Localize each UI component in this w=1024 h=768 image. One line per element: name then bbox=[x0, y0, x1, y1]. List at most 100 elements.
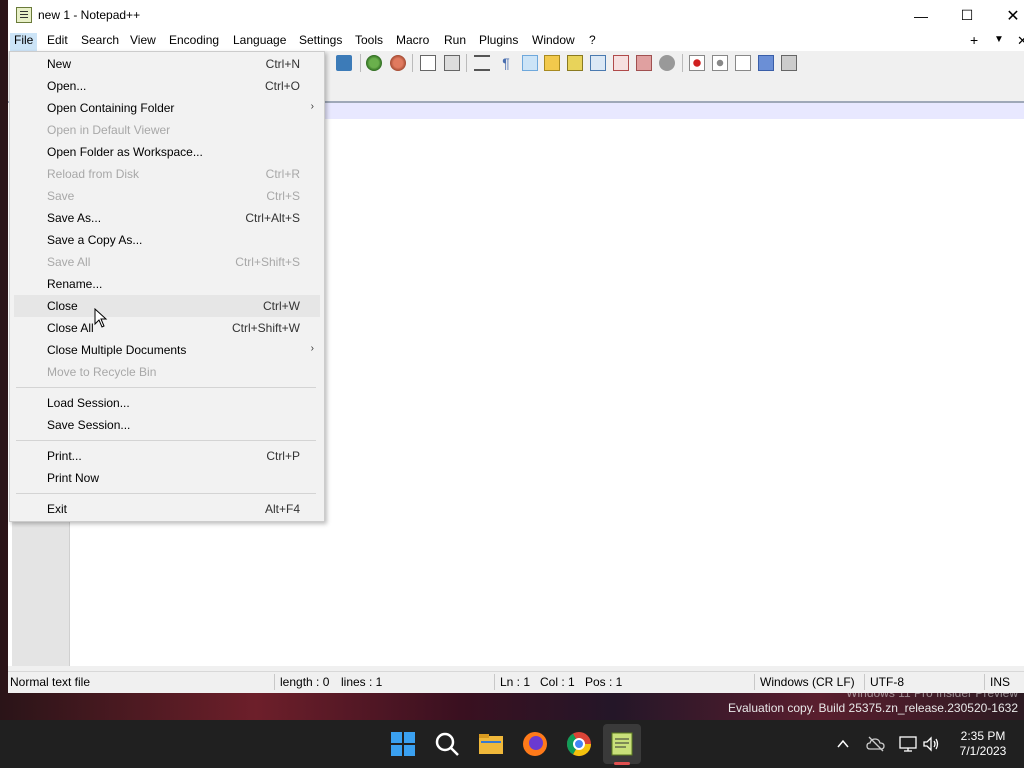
chevron-up-icon[interactable] bbox=[836, 737, 850, 751]
file-explorer-icon[interactable] bbox=[477, 730, 505, 758]
close-window-button[interactable]: ✕ bbox=[990, 0, 1024, 31]
user-language-icon[interactable] bbox=[544, 55, 560, 71]
word-wrap-icon[interactable] bbox=[474, 55, 490, 71]
menu-item-label: Rename... bbox=[47, 277, 103, 291]
menu-settings[interactable]: Settings bbox=[299, 33, 342, 47]
chrome-icon[interactable] bbox=[565, 730, 593, 758]
file-menu-save-all: Save All Ctrl+Shift+S bbox=[14, 251, 320, 273]
sync-horizontal-icon[interactable] bbox=[444, 55, 460, 71]
file-menu-open-containing-folder[interactable]: Open Containing Folder › bbox=[14, 97, 320, 119]
menu-item-label: Load Session... bbox=[47, 396, 130, 410]
toolbar-separator bbox=[466, 54, 467, 72]
menu-item-shortcut: Ctrl+S bbox=[266, 189, 300, 203]
menu-separator bbox=[16, 387, 316, 388]
clock-time: 2:35 PM bbox=[960, 729, 1006, 743]
show-all-characters-icon[interactable]: ¶ bbox=[498, 55, 514, 71]
title-bar[interactable]: new 1 - Notepad++ — ☐ ✕ bbox=[8, 0, 1024, 31]
macro-stop-icon[interactable] bbox=[712, 55, 728, 71]
file-menu-save: Save Ctrl+S bbox=[14, 185, 320, 207]
close-tab-x-icon[interactable]: ✕ bbox=[1017, 33, 1024, 49]
firefox-icon[interactable] bbox=[521, 730, 549, 758]
start-icon[interactable] bbox=[389, 730, 417, 758]
file-menu-exit[interactable]: Exit Alt+F4 bbox=[14, 498, 320, 520]
onedrive-offline-icon[interactable] bbox=[866, 735, 886, 753]
status-separator bbox=[864, 674, 865, 690]
menu-window[interactable]: Window bbox=[532, 33, 575, 47]
notepadpp-icon[interactable] bbox=[608, 730, 636, 758]
file-menu-new[interactable]: New Ctrl+N bbox=[14, 53, 320, 75]
notepadpp-app-icon bbox=[16, 7, 32, 23]
file-menu-open-folder-workspace[interactable]: Open Folder as Workspace... bbox=[14, 141, 320, 163]
menu-search[interactable]: Search bbox=[81, 33, 119, 47]
menu-run[interactable]: Run bbox=[444, 33, 466, 47]
function-list-icon[interactable] bbox=[613, 55, 629, 71]
file-menu-print[interactable]: Print... Ctrl+P bbox=[14, 445, 320, 467]
file-menu-close-all[interactable]: Close All Ctrl+Shift+W bbox=[14, 317, 320, 339]
menu-edit[interactable]: Edit bbox=[47, 33, 68, 47]
file-menu-print-now[interactable]: Print Now bbox=[14, 467, 320, 489]
menu-item-label: Save Session... bbox=[47, 418, 131, 432]
menu-bar: File Edit Search View Encoding Language … bbox=[8, 31, 1024, 51]
monitoring-icon[interactable] bbox=[659, 55, 675, 71]
system-clock[interactable]: 2:35 PM 7/1/2023 bbox=[952, 729, 1014, 759]
menu-item-label: Exit bbox=[47, 502, 68, 516]
menu-view[interactable]: View bbox=[130, 33, 156, 47]
zoom-in-icon[interactable] bbox=[366, 55, 382, 71]
folder-workspace-icon[interactable] bbox=[636, 55, 652, 71]
network-icon[interactable] bbox=[898, 735, 918, 753]
submenu-arrow-icon: › bbox=[310, 343, 314, 354]
menu-plugins[interactable]: Plugins bbox=[479, 33, 518, 47]
document-list-icon[interactable] bbox=[590, 55, 606, 71]
status-ln: Ln : 1 bbox=[500, 675, 531, 689]
search-icon[interactable] bbox=[433, 730, 461, 758]
menu-item-label: Save As... bbox=[47, 211, 102, 225]
indent-guide-icon[interactable] bbox=[522, 55, 538, 71]
file-menu-save-session[interactable]: Save Session... bbox=[14, 414, 320, 436]
replace-icon[interactable] bbox=[336, 55, 352, 71]
menu-item-shortcut: Ctrl+Shift+W bbox=[231, 321, 300, 335]
zoom-out-icon[interactable] bbox=[390, 55, 406, 71]
menu-tools[interactable]: Tools bbox=[355, 33, 383, 47]
menu-item-label: Print Now bbox=[47, 471, 100, 485]
menu-item-label: Close All bbox=[47, 321, 94, 335]
file-menu-save-copy-as[interactable]: Save a Copy As... bbox=[14, 229, 320, 251]
maximize-button[interactable]: ☐ bbox=[944, 0, 990, 31]
document-map-icon[interactable] bbox=[567, 55, 583, 71]
macro-record-icon[interactable] bbox=[689, 55, 705, 71]
file-menu-open-default-viewer: Open in Default Viewer bbox=[14, 119, 320, 141]
menu-macro[interactable]: Macro bbox=[396, 33, 429, 47]
file-menu-close[interactable]: Close Ctrl+W bbox=[14, 295, 320, 317]
menu-language[interactable]: Language bbox=[233, 33, 286, 47]
file-menu-save-as[interactable]: Save As... Ctrl+Alt+S bbox=[14, 207, 320, 229]
macro-run-multiple-icon[interactable] bbox=[758, 55, 774, 71]
file-menu-rename[interactable]: Rename... bbox=[14, 273, 320, 295]
toolbar-separator bbox=[412, 54, 413, 72]
menu-item-label: Close Multiple Documents bbox=[47, 343, 187, 357]
tab-list-dropdown-icon[interactable]: ▼ bbox=[994, 34, 1004, 45]
clock-date: 7/1/2023 bbox=[959, 744, 1007, 758]
status-separator bbox=[984, 674, 985, 690]
file-menu-close-multiple[interactable]: Close Multiple Documents › bbox=[14, 339, 320, 361]
menu-item-label: Save bbox=[47, 189, 75, 203]
macro-save-icon[interactable] bbox=[781, 55, 797, 71]
volume-icon[interactable] bbox=[922, 735, 940, 753]
status-pos: Pos : 1 bbox=[585, 675, 623, 689]
file-menu-recycle-bin: Move to Recycle Bin bbox=[14, 361, 320, 383]
macro-play-icon[interactable] bbox=[735, 55, 751, 71]
menu-item-label: Save a Copy As... bbox=[47, 233, 143, 247]
status-separator bbox=[494, 674, 495, 690]
menu-item-shortcut: Ctrl+P bbox=[266, 449, 300, 463]
menu-item-label: Open in Default Viewer bbox=[47, 123, 171, 137]
new-tab-plus-icon[interactable]: + bbox=[970, 32, 978, 48]
file-menu-load-session[interactable]: Load Session... bbox=[14, 392, 320, 414]
menu-help[interactable]: ? bbox=[589, 33, 596, 47]
menu-item-label: Open... bbox=[47, 79, 87, 93]
menu-file[interactable]: File bbox=[10, 33, 38, 51]
menu-item-shortcut: Alt+F4 bbox=[264, 502, 300, 516]
file-menu-open[interactable]: Open... Ctrl+O bbox=[14, 75, 320, 97]
minimize-button[interactable]: — bbox=[898, 0, 944, 31]
menu-item-label: Move to Recycle Bin bbox=[47, 365, 157, 379]
menu-encoding[interactable]: Encoding bbox=[169, 33, 219, 47]
menu-separator bbox=[16, 440, 316, 441]
sync-vertical-icon[interactable] bbox=[420, 55, 436, 71]
